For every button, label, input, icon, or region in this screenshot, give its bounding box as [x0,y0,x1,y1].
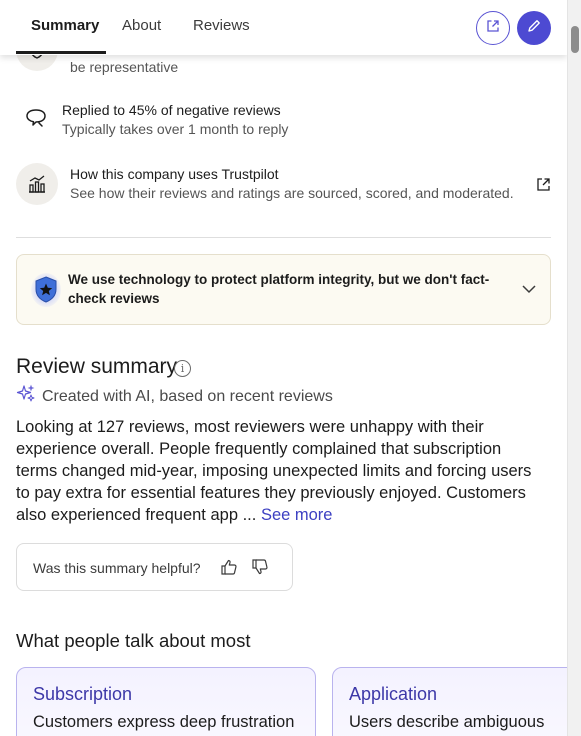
topic-card-desc: Customers express deep frustration [33,713,295,731]
trust-row-1: be representative [70,58,178,77]
external-link-icon[interactable] [536,177,551,197]
thumbs-down-icon[interactable] [250,557,270,577]
info-icon[interactable]: i [174,360,191,377]
write-review-button[interactable] [517,11,551,45]
section-divider [16,237,551,238]
bar-chart-icon [16,163,58,205]
review-summary-title: Review summary [16,355,178,378]
trustpilot-usage-main: How this company uses Trustpilot [70,166,279,182]
thumbs-up-icon[interactable] [219,557,239,577]
review-summary-body: Looking at 127 reviews, most reviewers w… [16,416,546,526]
integrity-banner[interactable]: We use technology to protect platform in… [16,254,551,325]
replies-main: Replied to 45% of negative reviews [62,102,281,118]
tab-reviews[interactable]: Reviews [193,17,250,34]
integrity-banner-text: We use technology to protect platform in… [68,272,490,306]
visit-website-button[interactable] [476,11,510,45]
topic-card-application[interactable]: Application Users describe ambiguous [332,667,567,736]
external-link-icon [486,19,500,38]
replies-sub: Typically takes over 1 month to reply [62,121,289,137]
tab-about[interactable]: About [122,17,161,34]
speech-bubble-icon [24,106,48,130]
tab-header: Summary About Reviews [0,0,567,55]
ai-note: Created with AI, based on recent reviews [16,384,333,409]
helpful-question: Was this summary helpful? [33,560,201,576]
scrollbar-thumb[interactable] [571,26,579,53]
pencil-icon [526,18,542,39]
vertical-scrollbar[interactable] [567,0,581,736]
page-viewport: be representative Replied to 45% of nega… [0,0,567,736]
active-tab-indicator [16,51,106,54]
ai-note-text: Created with AI, based on recent reviews [42,388,333,405]
star-shield-icon [31,273,61,307]
trust-row-trustpilot[interactable]: How this company uses Trustpilot See how… [70,165,514,203]
topic-card-title: Subscription [33,684,133,704]
trustpilot-usage-sub: See how their reviews and ratings are so… [70,185,514,201]
sparkle-icon [16,384,36,409]
topic-card-subscription[interactable]: Subscription Customers express deep frus… [16,667,316,736]
trust-row-replies: Replied to 45% of negative reviews Typic… [62,101,288,139]
topic-card-title: Application [349,684,438,704]
see-more-link[interactable]: See more [261,506,333,524]
summary-feedback-box: Was this summary helpful? [16,543,293,591]
topics-title: What people talk about most [16,630,251,651]
chevron-down-icon[interactable] [522,281,536,299]
trust-row-1-sub: be representative [70,59,179,75]
topic-card-desc: Users describe ambiguous [349,713,545,731]
tab-summary[interactable]: Summary [31,17,99,34]
